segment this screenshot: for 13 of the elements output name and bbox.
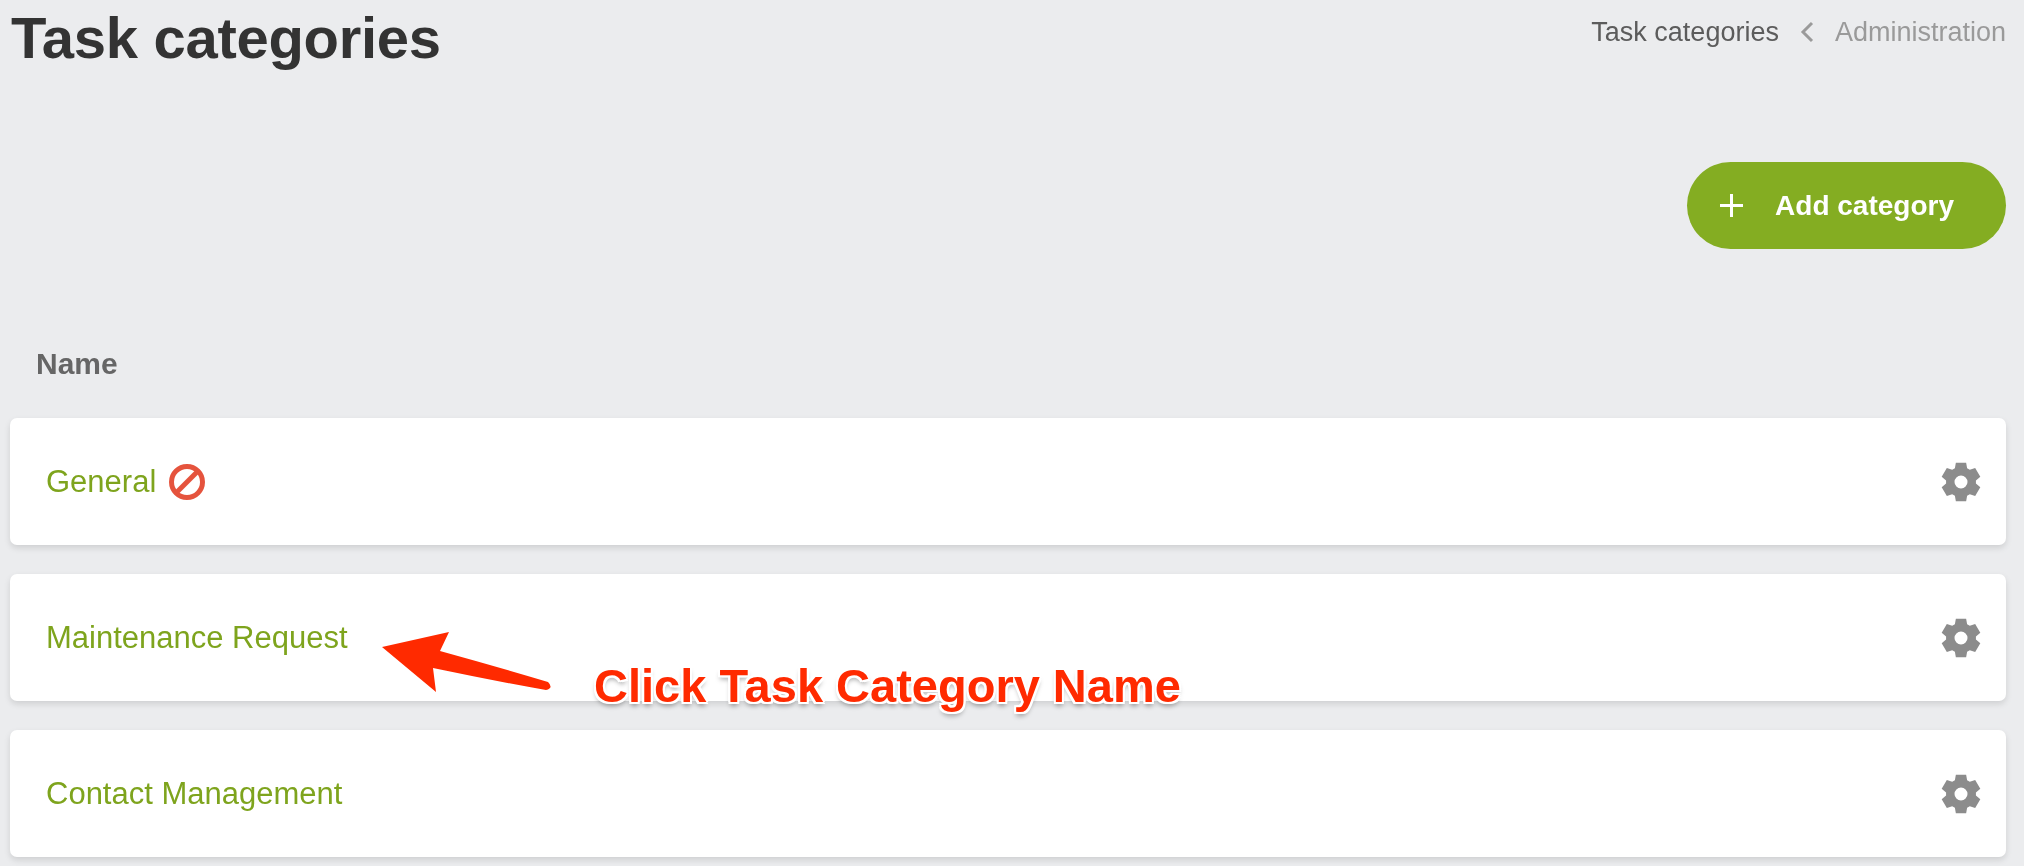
settings-icon[interactable] [1941, 461, 1981, 502]
page-title: Task categories [10, 4, 441, 71]
settings-icon[interactable] [1941, 773, 1981, 814]
settings-icon[interactable] [1941, 617, 1981, 658]
breadcrumb-current: Task categories [1591, 16, 1779, 48]
add-category-button[interactable]: Add category [1687, 162, 2006, 249]
plus-icon [1720, 194, 1744, 217]
category-link[interactable]: Maintenance Request [46, 618, 348, 657]
category-link[interactable]: General [46, 462, 157, 501]
category-link[interactable]: Contact Management [46, 774, 343, 813]
chevron-left-icon [1799, 21, 1814, 43]
column-header: Name [36, 347, 118, 380]
breadcrumb-link[interactable]: Administration [1834, 16, 2006, 48]
